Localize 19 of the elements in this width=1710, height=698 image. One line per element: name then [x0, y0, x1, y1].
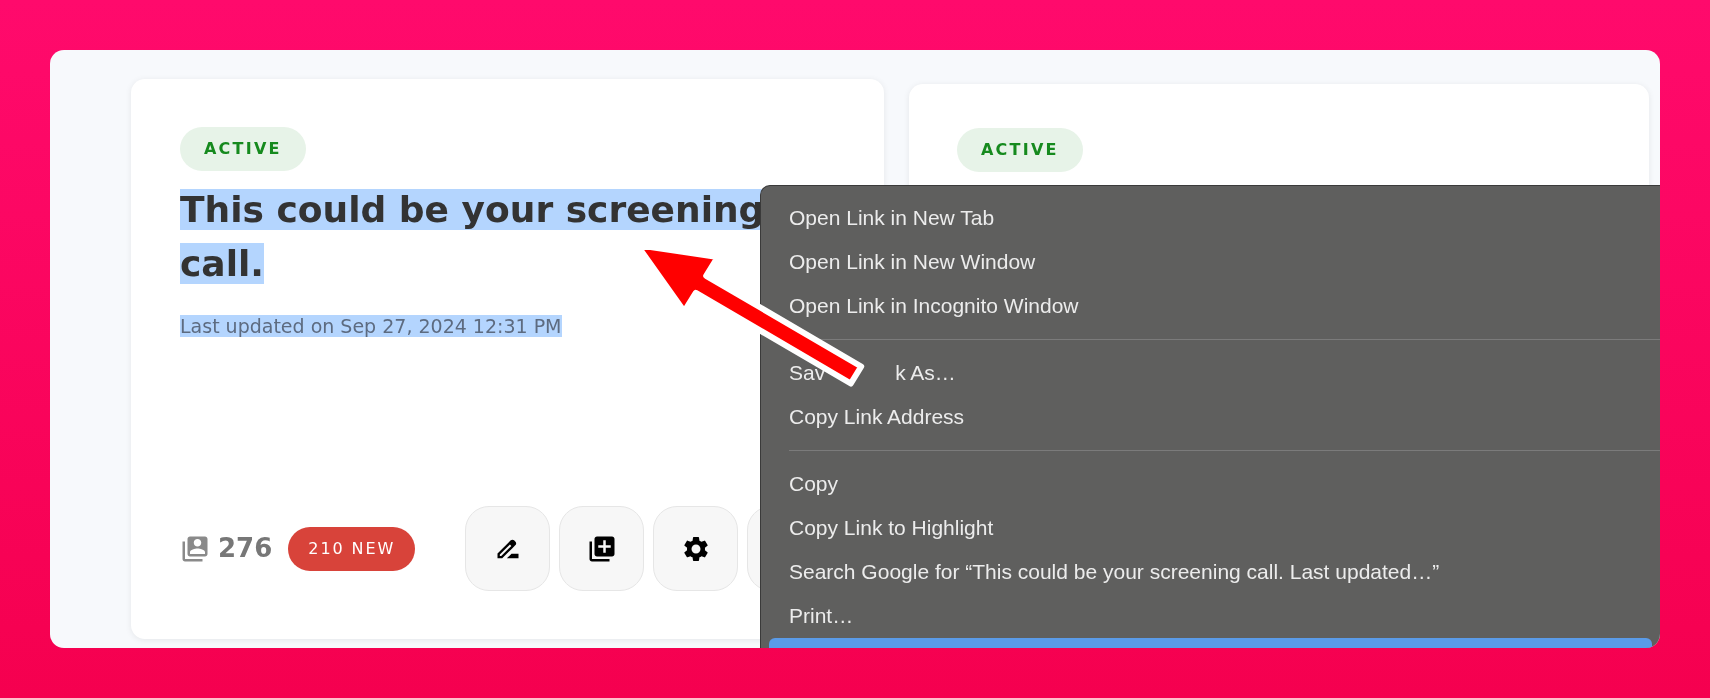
edit-button[interactable]: [465, 506, 551, 591]
menu-item[interactable]: Open Link in New Tab: [769, 196, 1652, 240]
menu-item-text: Sav: [789, 360, 826, 387]
menu-item-text: k As…: [895, 360, 956, 387]
settings-button[interactable]: [653, 506, 739, 591]
menu-item[interactable]: Copy Link Address: [769, 395, 1652, 439]
new-count-badge: 210 NEW: [288, 526, 416, 571]
duplicate-button[interactable]: [559, 506, 645, 591]
status-badge: ACTIVE: [180, 127, 306, 171]
status-badge: ACTIVE: [957, 128, 1083, 172]
menu-item[interactable]: Search Google for “This could be your screening call. Last updated…”: [769, 550, 1652, 594]
menu-item[interactable]: Open Link in New Window: [769, 240, 1652, 284]
menu-item[interactable]: Open Link in Incognito Window: [769, 284, 1652, 328]
last-updated-text: Last updated on Sep 27, 2024 12:31 PM: [180, 315, 562, 337]
menu-item[interactable]: Print…: [769, 594, 1652, 638]
menu-item[interactable]: Copy Link to Highlight: [769, 506, 1652, 550]
menu-item[interactable]: Sav k As…: [769, 351, 1652, 395]
response-count: 276: [218, 532, 273, 565]
menu-item[interactable]: Copy: [769, 462, 1652, 506]
